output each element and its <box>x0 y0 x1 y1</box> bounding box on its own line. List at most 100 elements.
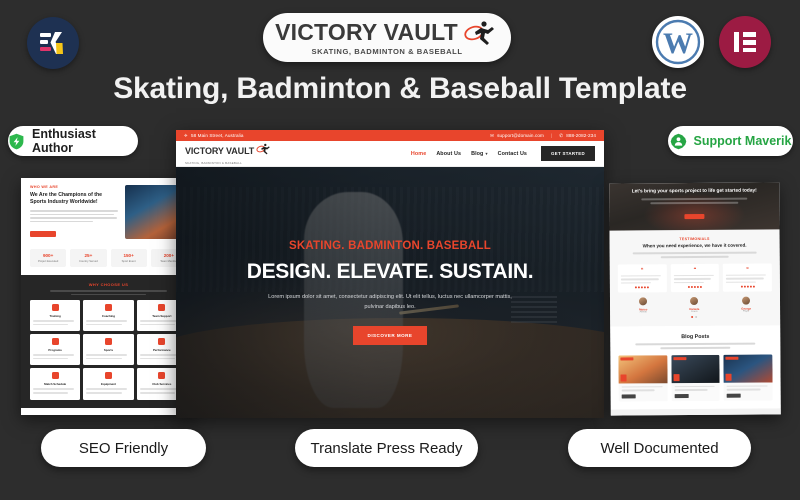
testimonials-kicker: TESTIMONIALS <box>679 236 710 242</box>
nav-link-contact-us[interactable]: Contact Us <box>498 151 527 157</box>
center-page-mockup: ✈ 58 Main Street, Australia ✉ support@do… <box>176 130 604 418</box>
testimonial-author: Marco Athlete <box>639 297 647 319</box>
topbar-address: 58 Main Street, Australia <box>190 133 244 138</box>
topbar-phone[interactable]: 888-2082-234 <box>566 133 596 138</box>
nav-links: Home About Us Blog ▾ Contact Us GET START… <box>411 146 595 161</box>
blog-card[interactable] <box>618 354 668 402</box>
hero-kicker: SKATING. BADMINTON. BASEBALL <box>289 240 491 253</box>
stat-label: Sport Event <box>121 259 136 263</box>
elementor-icon <box>719 16 771 68</box>
left-page-mockup: WHO WE ARE We Are the Champions of the S… <box>21 178 196 415</box>
blog-card[interactable] <box>723 354 773 401</box>
nav-link-home[interactable]: Home <box>411 151 426 157</box>
blog-date-badge <box>725 373 732 381</box>
hero-description: Lorem ipsum dolor sit amet, consectetur … <box>268 294 512 310</box>
why-kicker: WHY CHOOSE US <box>88 281 129 287</box>
blog-heading: Blog Posts <box>681 334 710 341</box>
promo-banner: VICTORY VAULT SKATING, BADMINTON & BASEB… <box>0 0 800 500</box>
testimonial-card: ❝ <box>723 263 772 293</box>
feature-card[interactable]: Programs <box>30 334 81 366</box>
feature-card[interactable]: Sports <box>83 334 134 366</box>
rating-stars <box>621 286 664 289</box>
about-heading: We Are the Champions of the Sports Indus… <box>30 192 103 206</box>
stat-item: 25+ Country Served <box>70 249 107 267</box>
feature-icon <box>158 372 166 380</box>
feature-title: Sports <box>103 348 114 353</box>
right-page-mockup: Let's bring your sports project to life … <box>609 182 781 416</box>
feature-card[interactable]: Training <box>30 300 81 332</box>
avatar <box>742 297 751 306</box>
blog-subtext <box>635 342 756 349</box>
feature-card[interactable]: Equipment <box>83 368 134 400</box>
feature-title: Training <box>49 314 61 319</box>
envelope-icon: ✉ <box>490 132 495 138</box>
cta-button[interactable] <box>684 213 705 219</box>
blog-date-badge <box>620 374 627 382</box>
testimonials-section: TESTIMONIALS When you need experience, w… <box>609 229 781 327</box>
site-footer: VICTORY VAULT Support <box>610 408 781 416</box>
about-body-placeholder <box>30 210 118 223</box>
testimonial-cards: ❝ ❝ ❝ <box>617 263 772 293</box>
testimonial-authors: Marco Athlete Daniela Coach George Playe… <box>618 297 772 319</box>
feature-title: Programs <box>48 348 62 353</box>
why-choose-us-section: WHY CHOOSE US Training Coaching Team Sup <box>21 274 196 408</box>
rating-stars <box>674 286 717 289</box>
stat-label: Project Executed <box>37 259 59 263</box>
feature-title: Equipment <box>101 382 116 387</box>
feature-title: Coaching <box>101 314 116 319</box>
badge-enthusiast-author-label: Enthusiast Author <box>32 127 96 155</box>
stats-row: 900+ Project Executed 25+ Country Served… <box>21 249 196 275</box>
get-started-button[interactable]: GET STARTED <box>541 146 595 161</box>
support-badge-icon <box>670 133 687 150</box>
feature-title: Match Schedule <box>44 382 67 387</box>
testimonials-heading: When you need experience, we have it cov… <box>642 242 747 249</box>
about-kicker: WHO WE ARE <box>30 185 59 189</box>
badge-support-maverik-label: Support Maverik <box>693 134 792 148</box>
stat-value: 900+ <box>42 253 54 259</box>
ek-monogram-icon <box>27 17 79 69</box>
feature-icon <box>104 304 112 312</box>
stat-label: Country Served <box>79 259 98 263</box>
blog-tag <box>673 356 687 361</box>
quote-icon: ❝ <box>640 266 644 273</box>
read-more-button[interactable] <box>621 394 636 399</box>
feature-icon <box>51 338 59 346</box>
hero-title: DESIGN. ELEVATE. SUSTAIN. <box>246 260 534 284</box>
brand-tagline: SKATING, BADMINTON & BASEBALL <box>311 47 463 56</box>
template-brand-badge: VICTORY VAULT SKATING, BADMINTON & BASEB… <box>263 13 511 62</box>
badge-support-maverik: Support Maverik <box>668 126 793 156</box>
blog-posts-section: Blog Posts <box>610 325 781 410</box>
stat-item: 150+ Sport Event <box>110 249 147 267</box>
feature-icon <box>158 304 166 312</box>
runner-logo-icon <box>461 20 499 46</box>
badge-well-documented: Well Documented <box>568 429 751 467</box>
carousel-dots[interactable] <box>689 316 699 319</box>
discover-more-button[interactable]: DISCOVER MORE <box>352 325 428 345</box>
feature-icon <box>104 372 112 380</box>
quote-icon: ❝ <box>693 266 697 273</box>
feature-icon <box>158 338 166 346</box>
nav-link-about-us[interactable]: About Us <box>436 151 461 157</box>
site-logo[interactable]: VICTORY VAULT SKATING, BADMINTON & BASEB… <box>185 142 272 165</box>
topbar-email[interactable]: support@domain.com <box>497 133 544 138</box>
author-role: Athlete <box>639 311 647 314</box>
quote-icon: ❝ <box>746 266 749 273</box>
blog-image <box>671 354 720 383</box>
feature-card[interactable]: Coaching <box>83 300 134 332</box>
hero-section: SKATING. BADMINTON. BASEBALL DESIGN. ELE… <box>176 167 604 418</box>
nav-link-blog[interactable]: Blog ▾ <box>471 151 488 157</box>
about-cta-button[interactable] <box>30 231 56 238</box>
feature-card[interactable]: Match Schedule <box>30 368 81 400</box>
why-subtitle-placeholder <box>50 289 167 296</box>
blog-date-badge <box>673 373 680 381</box>
blog-card[interactable] <box>671 354 721 401</box>
rating-stars <box>726 285 769 289</box>
read-more-button[interactable] <box>674 393 689 398</box>
avatar <box>690 297 699 306</box>
testimonial-card: ❝ <box>670 263 720 293</box>
why-cards-grid: Training Coaching Team Support Programs <box>30 300 187 400</box>
stat-value: 25+ <box>84 253 93 259</box>
read-more-button[interactable] <box>726 393 742 398</box>
svg-text:W: W <box>663 27 693 60</box>
topbar-divider: | <box>550 133 553 138</box>
